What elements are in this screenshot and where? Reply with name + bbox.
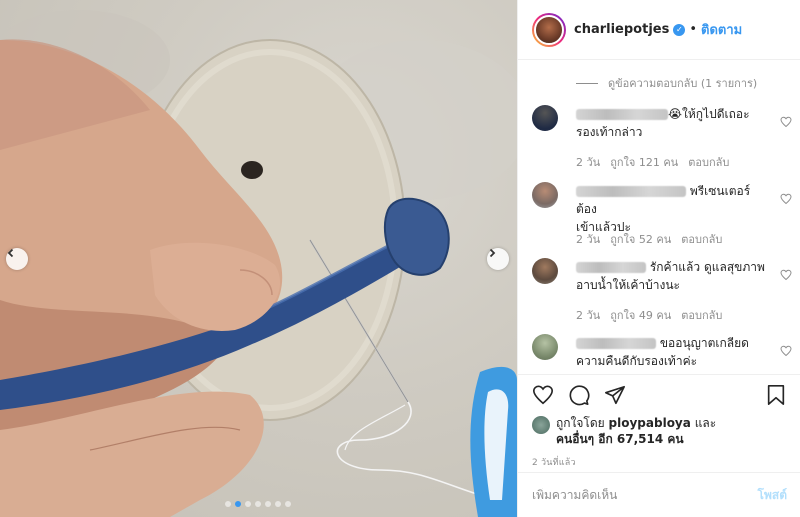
comment-likes[interactable]: ถูกใจ 49 คน	[610, 306, 671, 324]
comment-bubble-icon[interactable]	[564, 382, 594, 408]
commenter-avatar[interactable]	[532, 182, 558, 208]
carousel-dot	[225, 501, 231, 507]
follow-button[interactable]: ติดตาม	[701, 19, 742, 40]
stone-hole	[241, 161, 263, 179]
chevron-left-icon	[7, 248, 14, 258]
comment-text: ขออนุญาตเกลียด ความคืนดีกับรองเท้าค่ะ	[576, 334, 766, 370]
comment-text-line: รองเท้ากล่าว	[576, 125, 643, 139]
paper-plane-icon[interactable]	[600, 382, 630, 408]
post-header: charliepotjes ✓ • ติดตาม	[518, 0, 800, 60]
comment-text: รักค้าแล้ว ดูแลสุขภาพ อาบน้ำให้เค้าบ้างน…	[576, 258, 766, 294]
chevron-right-icon	[489, 248, 496, 258]
photo-illustration	[0, 10, 517, 517]
likes-and: และ	[694, 416, 717, 430]
post-timestamp[interactable]: 2 วันที่แล้ว	[518, 447, 800, 469]
carousel-dot	[235, 501, 241, 507]
carousel-dot	[265, 501, 271, 507]
comment-like-heart-icon[interactable]	[780, 193, 792, 205]
verified-badge-icon: ✓	[673, 23, 686, 36]
comment-text-line: อาบน้ำให้เค้าบ้างนะ	[576, 278, 681, 292]
comment-reply-button[interactable]: ตอบกลับ	[681, 306, 722, 324]
comment-like-heart-icon[interactable]	[780, 269, 792, 281]
carousel-next-button[interactable]	[487, 248, 509, 270]
heart-icon[interactable]	[528, 382, 558, 408]
comment-time: 2 วัน	[576, 233, 601, 246]
likes-others-count[interactable]: คนอื่นๆ อีก 67,514 คน	[556, 432, 684, 446]
comment-likes[interactable]: ถูกใจ 52 คน	[610, 230, 671, 248]
author-username[interactable]: charliepotjes	[574, 22, 669, 37]
carousel-indicator	[225, 501, 291, 507]
post-side-panel: charliepotjes ✓ • ติดตาม ดูข้อความตอบกลั…	[517, 0, 800, 517]
carousel-dot	[275, 501, 281, 507]
header-separator: •	[689, 22, 698, 37]
comment-time: 2 วัน	[576, 309, 601, 322]
liker-avatar[interactable]	[532, 416, 550, 434]
comment-likes[interactable]: ถูกใจ 121 คน	[610, 153, 678, 171]
comment-reply-button[interactable]: ตอบกลับ	[681, 230, 722, 248]
carousel-dot	[285, 501, 291, 507]
commenter-avatar[interactable]	[532, 258, 558, 284]
comment-input[interactable]	[532, 488, 758, 502]
view-replies-label: ดูข้อความตอบกลับ (1 รายการ)	[608, 77, 758, 90]
blurred-username	[576, 338, 656, 349]
action-icons	[518, 375, 800, 415]
comment-meta: 2 วัน ถูกใจ 52 คน ตอบกลับ	[576, 230, 722, 248]
commenter-avatar[interactable]	[532, 334, 558, 360]
view-replies-link[interactable]: ดูข้อความตอบกลับ (1 รายการ)	[576, 74, 800, 92]
post-photo	[0, 0, 517, 517]
comment-text: พรีเซนเตอร์ต้อง เข้าแล้วปะ	[576, 182, 766, 236]
comment-meta: 2 วัน ถูกใจ 49 คน ตอบกลับ	[576, 306, 722, 324]
blurred-username	[576, 186, 686, 197]
likes-prefix: ถูกใจโดย	[556, 416, 605, 430]
comment-meta: 2 วัน ถูกใจ 121 คน ตอบกลับ	[576, 153, 729, 171]
post-comment-button[interactable]: โพสต์	[758, 486, 787, 505]
add-comment-bar: โพสต์	[518, 472, 800, 517]
likes-summary: ถูกใจโดย ploypabloya และ คนอื่นๆ อีก 67,…	[518, 415, 800, 447]
blurred-username	[576, 262, 646, 273]
bookmark-icon[interactable]	[761, 382, 791, 408]
comment-text-line: ความคืนดีกับรองเท้าค่ะ	[576, 354, 698, 368]
blurred-username	[576, 109, 668, 120]
comments-list: ดูข้อความตอบกลับ (1 รายการ) 😭ให้กูไปดีเถ…	[518, 61, 800, 373]
comment-time: 2 วัน	[576, 156, 601, 169]
post-actions: ถูกใจโดย ploypabloya และ คนอื่นๆ อีก 67,…	[518, 374, 800, 469]
comment-reply-button[interactable]: ตอบกลับ	[688, 153, 729, 171]
author-avatar[interactable]	[532, 12, 566, 47]
comment-text-line: รักค้าแล้ว ดูแลสุขภาพ	[649, 260, 765, 274]
comment-text-line: ขออนุญาตเกลียด	[659, 336, 749, 350]
comment-like-heart-icon[interactable]	[780, 116, 792, 128]
liker-username[interactable]: ploypabloya	[609, 416, 691, 430]
carousel-dot	[245, 501, 251, 507]
comment-like-heart-icon[interactable]	[780, 345, 792, 357]
commenter-avatar[interactable]	[532, 105, 558, 131]
comment-text-line: 😭ให้กูไปดีเถอะ	[668, 107, 750, 121]
comment-text: 😭ให้กูไปดีเถอะ รองเท้ากล่าว	[576, 105, 766, 141]
carousel-dot	[255, 501, 261, 507]
carousel-prev-button[interactable]	[6, 248, 28, 270]
